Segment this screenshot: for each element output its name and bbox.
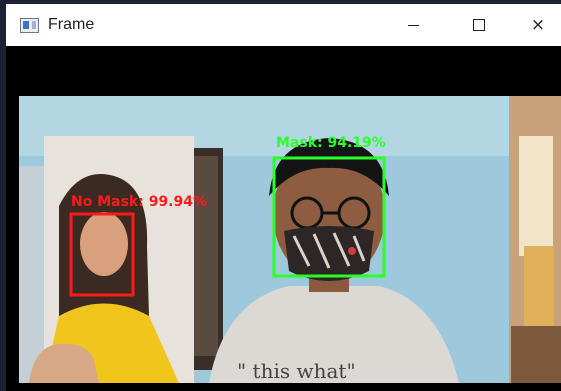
- app-icon: [20, 17, 39, 33]
- detection-label-no-mask: No Mask: 99.94%: [71, 194, 207, 210]
- close-icon: ×: [530, 14, 546, 35]
- title-bar[interactable]: Frame ×: [6, 4, 561, 46]
- frame-window: Frame × " this what" No Mask: 99.94% Mas…: [6, 4, 561, 391]
- maximize-icon: [473, 19, 485, 31]
- close-button[interactable]: ×: [515, 4, 561, 46]
- minimize-button[interactable]: [390, 4, 436, 46]
- webcam-image: " this what" No Mask: 99.94% Mask: 94.19…: [19, 96, 561, 383]
- detection-label-mask: Mask: 94.19%: [276, 135, 386, 151]
- window-title: Frame: [48, 16, 95, 33]
- video-area: " this what" No Mask: 99.94% Mask: 94.19…: [6, 46, 561, 391]
- minimize-icon: [407, 24, 419, 26]
- shirt-text: " this what": [237, 359, 356, 383]
- maximize-button[interactable]: [456, 4, 502, 46]
- webcam-frame: " this what" No Mask: 99.94% Mask: 94.19…: [19, 96, 561, 383]
